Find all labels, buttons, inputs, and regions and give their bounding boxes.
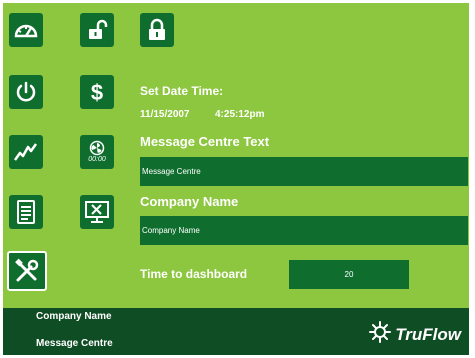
- footer-message-centre: Message Centre: [36, 338, 113, 349]
- message-centre-input[interactable]: Message Centre: [140, 157, 468, 186]
- truflow-burst-icon: [368, 320, 392, 349]
- fan-clock-icon: [89, 140, 105, 156]
- unlocked-padlock-icon: [85, 18, 109, 42]
- footer-bar: Company Name Message Centre TruFlow: [3, 308, 469, 355]
- dollar-icon: $: [86, 79, 108, 105]
- time-value[interactable]: 4:25:12pm: [215, 109, 264, 120]
- unlock-button[interactable]: [80, 13, 114, 47]
- date-value[interactable]: 11/15/2007: [140, 109, 190, 120]
- report-button[interactable]: [9, 195, 43, 229]
- document-icon: [16, 199, 36, 225]
- hmi-screen: $ 00:00 Set Date Time: 11/15/2007 4:25:1…: [3, 3, 469, 355]
- locked-padlock-icon: [146, 18, 168, 42]
- trend-chart-icon: [13, 141, 39, 163]
- fan-timer-text: 00:00: [88, 156, 106, 163]
- service-button[interactable]: [80, 195, 114, 229]
- tools-icon: [13, 257, 41, 285]
- lock-button[interactable]: [140, 13, 174, 47]
- power-icon: [14, 80, 38, 104]
- gauge-icon: [13, 19, 39, 41]
- settings-button[interactable]: [7, 251, 47, 291]
- trend-button[interactable]: [9, 135, 43, 169]
- footer-company-name: Company Name: [36, 311, 112, 322]
- pricing-button[interactable]: $: [80, 75, 114, 109]
- time-to-dashboard-label: Time to dashboard: [140, 267, 248, 281]
- truflow-logo-text: TruFlow: [395, 324, 461, 344]
- dashboard-button[interactable]: [9, 13, 43, 47]
- power-button[interactable]: [9, 75, 43, 109]
- company-name-input[interactable]: Company Name: [140, 216, 468, 245]
- svg-text:$: $: [91, 80, 103, 105]
- message-centre-label: Message Centre Text: [140, 134, 270, 149]
- set-date-time-label: Set Date Time:: [140, 84, 224, 98]
- monitor-tools-icon: [84, 200, 110, 224]
- fan-timer-button[interactable]: 00:00: [80, 135, 114, 169]
- company-name-label: Company Name: [140, 194, 239, 209]
- time-to-dashboard-input[interactable]: 20: [289, 260, 409, 289]
- truflow-logo: TruFlow: [368, 320, 461, 349]
